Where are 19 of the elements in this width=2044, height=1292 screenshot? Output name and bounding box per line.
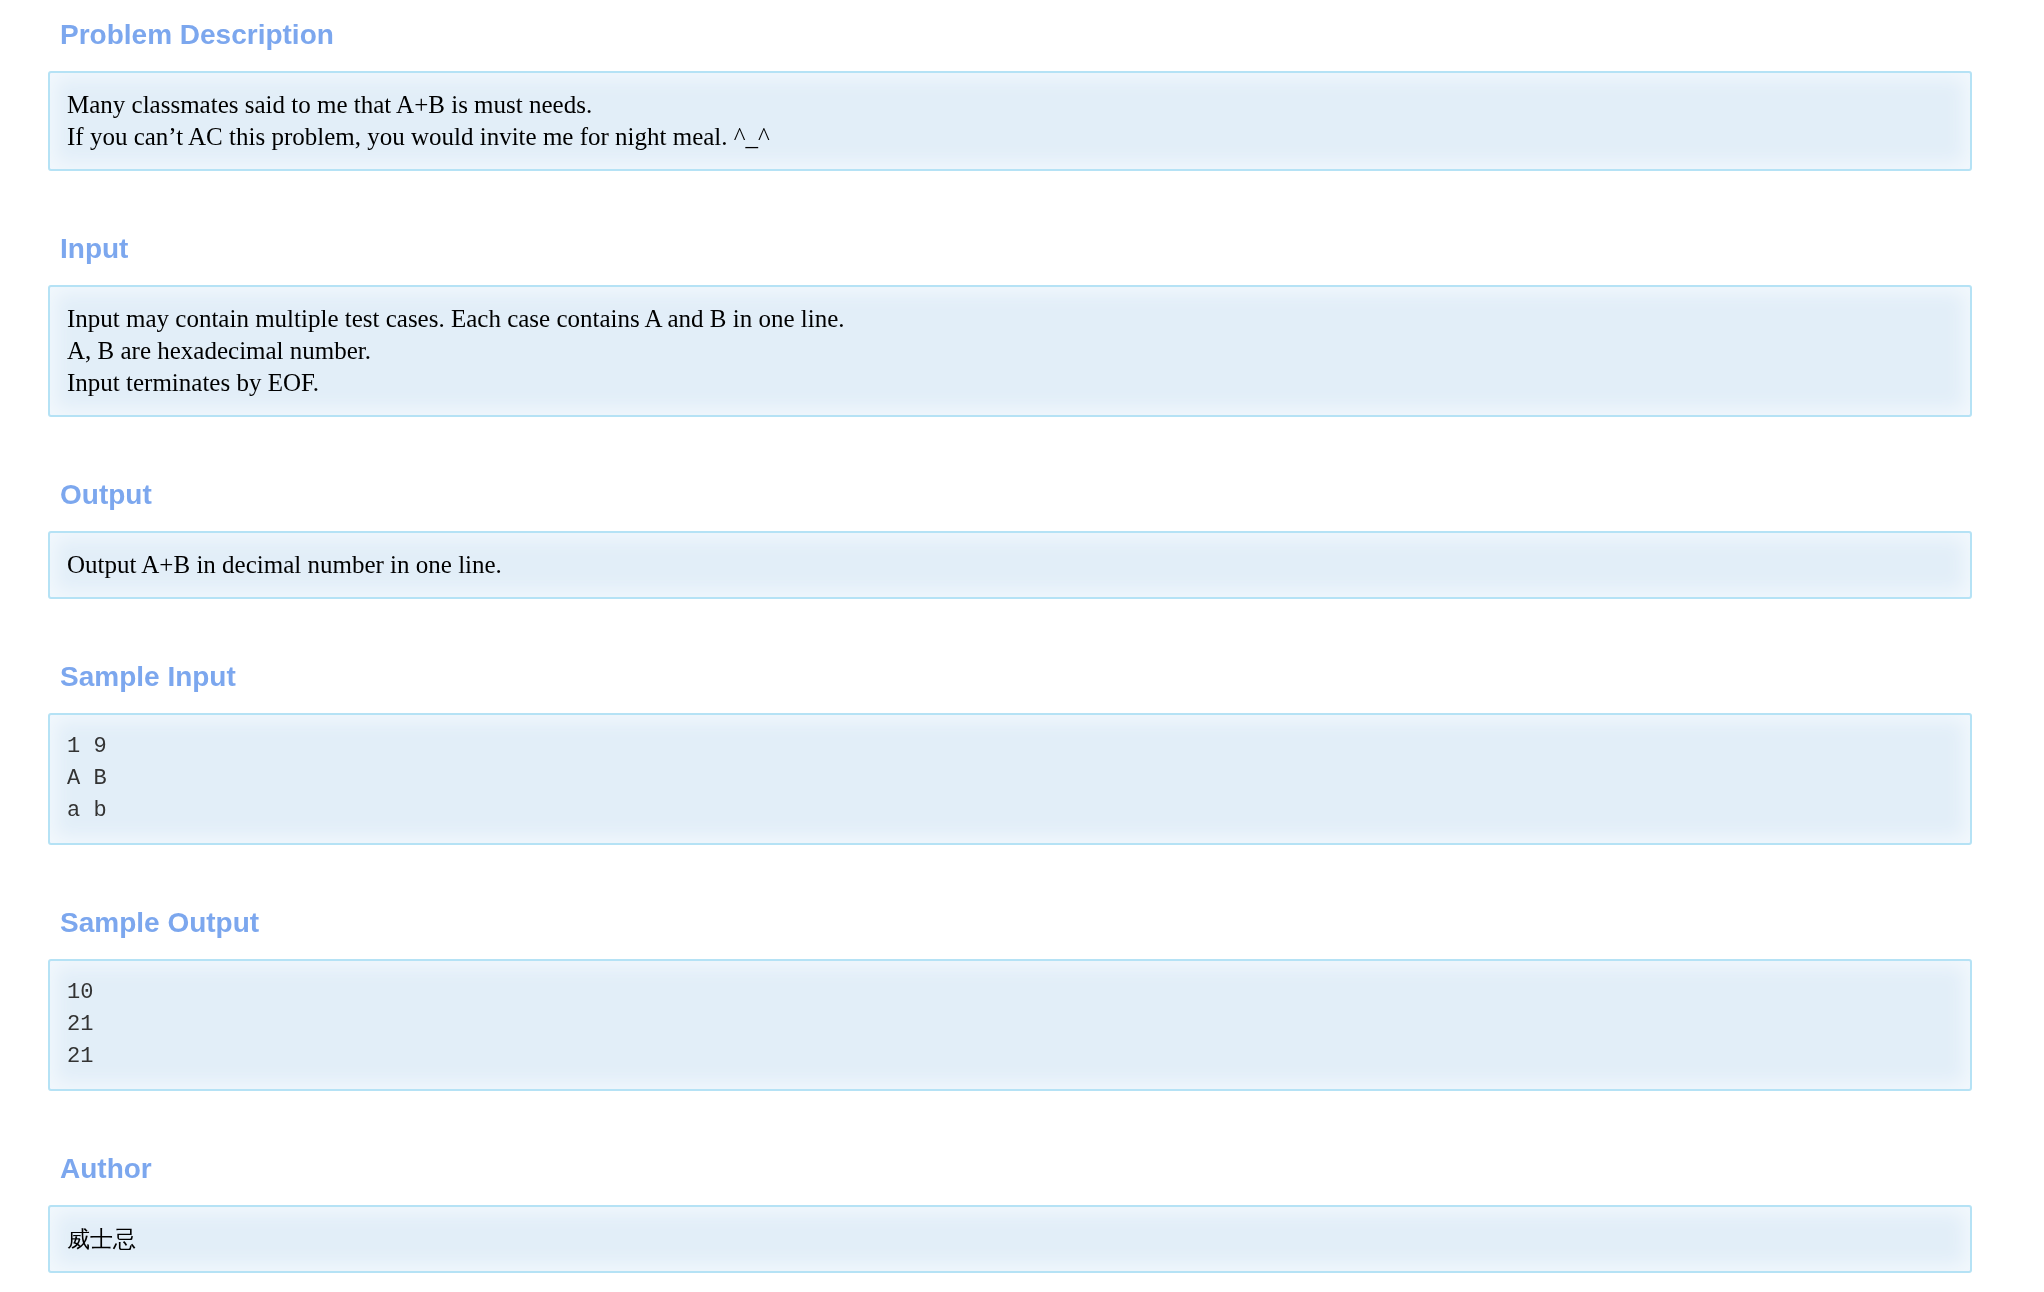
section-heading: Input [60,232,130,266]
text-line: Many classmates said to me that A+B is must needs. [67,90,593,120]
text-line: Input may contain multiple test cases. Each case contains A and B in one line. [67,304,845,334]
section-heading: Sample Input [60,660,237,694]
code-line: 21 [67,1043,94,1071]
text-line: If you can’t AC this problem, you would invite me for night meal. ^_^ [67,122,770,152]
text-line: Output A+B in decimal number in one line. [67,550,502,580]
section-heading: Author [60,1152,153,1186]
text-line: Input terminates by EOF. [67,368,320,398]
section-heading: Problem Description [60,18,335,52]
code-line: 10 [67,979,94,1007]
section-heading: Sample Output [60,906,261,940]
section-heading: Output [60,478,153,512]
code-line: a b [67,797,107,825]
code-line: A B [67,765,107,793]
text-line: A, B are hexadecimal number. [67,336,372,366]
code-line: 1 9 [67,733,107,761]
code-line: 21 [67,1011,94,1039]
text-line: 威士忌 [67,1225,136,1254]
